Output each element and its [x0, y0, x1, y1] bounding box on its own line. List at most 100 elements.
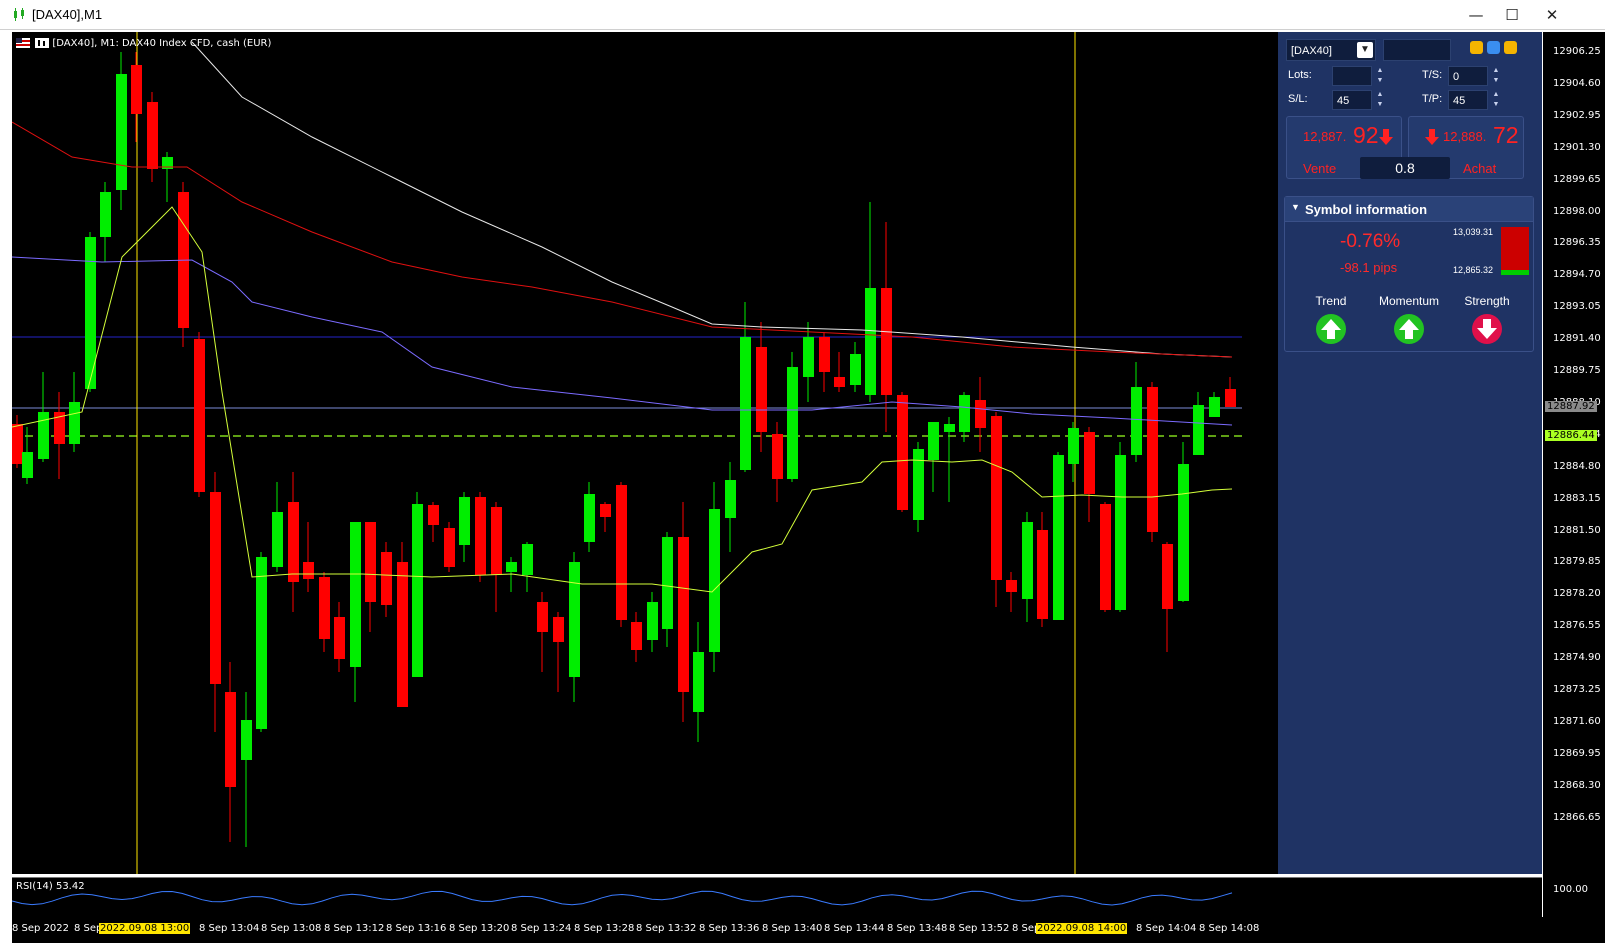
candle-body — [444, 528, 455, 567]
time-tick: 8 Sep 13:44 — [824, 923, 885, 934]
ts-label: T/S: — [1422, 69, 1443, 81]
tp-input[interactable]: 45 — [1448, 90, 1488, 110]
rsi-level-tick: 100.00 — [1553, 884, 1588, 895]
time-axis[interactable]: 8 Sep 2022 8 Sep 2022.09.08 13:00 8 Sep 13:… — [12, 917, 1605, 943]
close-button[interactable]: ✕ — [1534, 2, 1570, 28]
lots-stepper[interactable]: ▲ ▼ — [1375, 66, 1385, 86]
rsi-label: RSI(14) 53.42 — [16, 881, 85, 892]
buy-price-big: 72 — [1493, 122, 1519, 148]
candle-body — [303, 562, 314, 579]
tp-stepper[interactable]: ▲ ▼ — [1491, 90, 1501, 110]
candle-body — [1053, 455, 1064, 620]
indicator-label: Trend — [1315, 294, 1347, 308]
candle-body — [616, 485, 627, 620]
collapse-icon[interactable]: ▼ — [1291, 202, 1300, 212]
candle-body — [522, 544, 533, 575]
price-tick: 12893.05 — [1553, 301, 1601, 313]
candle-body — [1193, 405, 1204, 455]
candle-body — [85, 237, 96, 389]
time-tick: 8 Sep 13:32 — [636, 923, 697, 934]
candle-body — [397, 562, 408, 707]
candle-body — [241, 720, 252, 760]
candle-body — [288, 502, 299, 582]
candle-body — [350, 522, 361, 667]
lots-input[interactable] — [1332, 66, 1372, 86]
time-tick: 8 Sep 13:04 — [199, 923, 260, 934]
indicator-label: Momentum — [1378, 294, 1440, 308]
price-tick: 12883.15 — [1553, 492, 1601, 504]
candle-body — [1178, 464, 1189, 601]
symbol-info-header[interactable]: ▼ Symbol information — [1285, 197, 1533, 222]
candle-body — [22, 452, 33, 478]
sell-price-big: 92 — [1353, 122, 1379, 148]
range-high: 13,039.31 — [1453, 227, 1494, 237]
time-tick: 8 Sep 13:28 — [574, 923, 635, 934]
chart-type-icon — [35, 38, 50, 48]
sl-stepper[interactable]: ▲ ▼ — [1375, 90, 1385, 110]
candle-body — [819, 337, 830, 372]
window-title: [DAX40],M1 — [32, 7, 103, 22]
ts-stepper[interactable]: ▲ ▼ — [1491, 66, 1501, 86]
time-tick: 8 Sep 13:52 — [949, 923, 1010, 934]
time-tick: 8 Sep 13:20 — [449, 923, 510, 934]
price-axis[interactable]: 12906.25 12904.60 12902.95 12901.30 12899.65… — [1542, 32, 1605, 927]
price-tick: 12876.55 — [1553, 620, 1601, 632]
candle-body — [881, 288, 892, 395]
window-icon[interactable] — [1504, 41, 1517, 54]
rsi-line-layer — [11, 890, 1233, 906]
time-tick: 8 Sep 14:08 — [1199, 923, 1260, 934]
time-tick: 8 Sep 13:36 — [699, 923, 760, 934]
ts-input[interactable]: 0 — [1448, 66, 1488, 86]
candle-body — [69, 402, 80, 444]
candle-body — [1115, 455, 1126, 610]
candle-body — [210, 492, 221, 684]
candle-body — [116, 74, 127, 190]
candle-body — [803, 337, 814, 377]
candle-body — [1068, 428, 1079, 464]
indicator-label: Strength — [1464, 294, 1510, 308]
sell-label: Vente — [1303, 161, 1337, 176]
change-pips: -98.1 pips — [1340, 260, 1398, 275]
minimize-button[interactable]: — — [1458, 2, 1494, 28]
price-tick: 12891.40 — [1553, 333, 1601, 345]
chevron-down-icon[interactable]: ▼ — [1357, 42, 1373, 58]
candle-body — [678, 537, 689, 692]
candle-body — [756, 347, 767, 432]
ma-red-line — [11, 121, 1233, 358]
price-tick: 12866.65 — [1553, 811, 1601, 823]
sl-input[interactable]: 45 — [1332, 90, 1372, 110]
candle-body — [1084, 432, 1095, 494]
candle-body — [647, 602, 658, 640]
candle-body — [1147, 387, 1158, 532]
candle-body — [1100, 504, 1111, 610]
candle-body — [365, 522, 376, 602]
candle-body — [834, 377, 845, 387]
range-low: 12,865.32 — [1453, 265, 1494, 275]
candle-body — [506, 562, 517, 572]
candle-body — [584, 494, 595, 542]
candle-body — [428, 505, 439, 525]
price-tick: 12899.65 — [1553, 173, 1601, 185]
candle-body — [709, 509, 720, 652]
arrow-down-icon — [1425, 129, 1439, 145]
symbol-select[interactable]: [DAX40] ▼ — [1286, 39, 1376, 61]
volume-field[interactable] — [1383, 39, 1451, 61]
rsi-pane[interactable] — [11, 877, 1542, 918]
candle-body — [194, 339, 205, 492]
price-tick: 12898.00 — [1553, 205, 1601, 217]
candle-body — [897, 395, 908, 510]
candle-body — [319, 577, 330, 639]
gear-icon[interactable] — [1487, 41, 1500, 54]
buy-price-small: 12,888. — [1443, 129, 1487, 144]
arrow-down-icon — [1379, 129, 1393, 145]
price-tick: 12904.60 — [1553, 77, 1601, 89]
candle-body — [725, 480, 736, 518]
lots-label: Lots: — [1288, 69, 1312, 81]
ma-white-line — [191, 41, 1233, 358]
range-bar — [1501, 227, 1529, 275]
price-tick: 12869.95 — [1553, 747, 1601, 759]
maximize-button[interactable]: ☐ — [1494, 2, 1530, 28]
candle-body — [662, 537, 673, 629]
copy-icon[interactable] — [1470, 41, 1483, 54]
current-price-tag: 12887.92 — [1545, 401, 1597, 412]
